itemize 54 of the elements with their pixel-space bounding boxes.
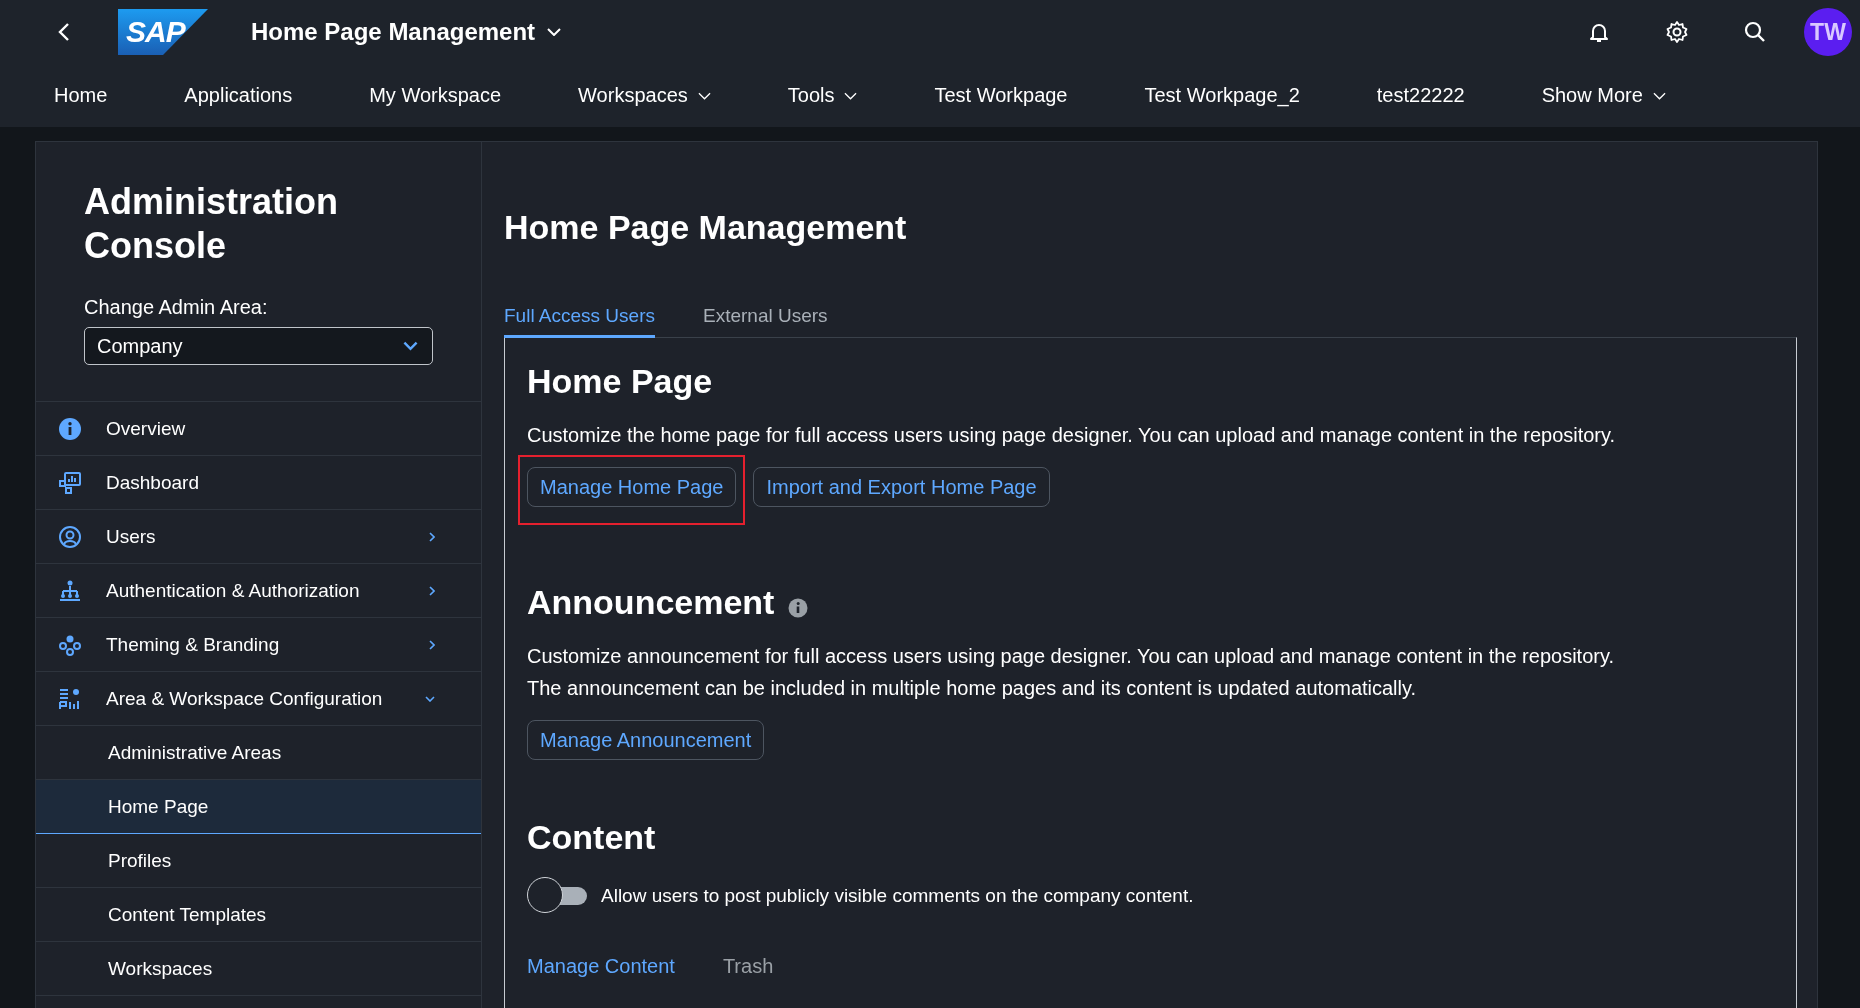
section-heading: Content [527, 818, 656, 857]
sidebar-subitem[interactable]: Workspaces [36, 942, 481, 996]
admin-area-dropdown[interactable]: Company [84, 327, 433, 365]
logo[interactable]: SAP [118, 9, 208, 55]
nav-menu-item[interactable]: My Workspace [369, 84, 502, 107]
action-button[interactable]: Import and Export Home Page [753, 467, 1050, 507]
nav-menu-item[interactable]: test22222 [1376, 84, 1465, 107]
nav-menu-item[interactable]: Show More [1541, 84, 1666, 107]
tab[interactable]: Manage Content [527, 955, 675, 978]
settings-icon[interactable] [1665, 20, 1689, 44]
user-icon [58, 524, 82, 549]
chevron-down-icon [403, 341, 418, 351]
chevron-down-icon [547, 28, 562, 36]
nav-menu-item[interactable]: Test Workpage [934, 84, 1068, 107]
app-title-menu[interactable]: Home Page Management [251, 18, 562, 46]
sidebar-item[interactable]: Theming & Branding [36, 618, 481, 672]
sidebar-item[interactable]: Area & Workspace Configuration [36, 672, 481, 726]
chevron-down-icon [1652, 91, 1666, 100]
info-icon [58, 416, 82, 441]
search-icon[interactable] [1743, 20, 1767, 44]
dashboard-icon [58, 470, 82, 495]
nav-menu-item[interactable]: Tools [787, 84, 858, 107]
chevron-down-icon [844, 91, 858, 100]
sidebar-subitem[interactable]: Home Page [36, 780, 481, 834]
toggle-label: Allow users to post publicly visible comments on the company content. [601, 885, 1194, 907]
tab[interactable]: Full Access Users [504, 305, 655, 338]
sidebar-subitem[interactable]: Profiles [36, 834, 481, 888]
back-icon[interactable] [58, 22, 70, 42]
nav-menu-item[interactable]: Workspaces [578, 84, 711, 107]
sidebar-item[interactable]: Authentication & Authorization [36, 564, 481, 618]
section-heading: Home Page [527, 362, 713, 401]
sidebar-item[interactable]: Overview [36, 402, 481, 456]
description-text: Customize announcement for full access users using page designer. You can upload and manage content in the repository. [527, 644, 1615, 669]
field-label: Change Admin Area: [84, 296, 269, 319]
hierarchy-icon [58, 578, 82, 603]
description-text: Customize the home page for full access users using page designer. You can upload and manage content in the repository. [527, 423, 1617, 448]
chart-people-icon [58, 686, 82, 711]
tab[interactable]: Trash [722, 955, 774, 978]
tab[interactable]: External Users [703, 305, 828, 338]
description-text: The announcement can be included in multiple home pages and its content is updated automatically. [527, 676, 1418, 701]
nav-menu-item[interactable]: Home [54, 84, 108, 107]
user-avatar[interactable]: TW [1804, 8, 1852, 56]
sidebar-title: Administration Console [84, 180, 339, 268]
page-title: Home Page Management [504, 208, 908, 247]
info-icon[interactable] [788, 598, 809, 618]
nav-menu-item[interactable]: Test Workpage_2 [1144, 84, 1300, 107]
sidebar-item[interactable]: Users [36, 510, 481, 564]
chevron-down-icon [697, 91, 711, 100]
nav-menu-item[interactable]: Applications [184, 84, 293, 107]
sidebar-subitem[interactable]: Content Templates [36, 888, 481, 942]
action-button[interactable]: Manage Home Page [527, 467, 737, 507]
sidebar-item[interactable]: Dashboard [36, 456, 481, 510]
action-button[interactable]: Manage Announcement [527, 720, 765, 760]
section-heading: Announcement [527, 583, 775, 622]
